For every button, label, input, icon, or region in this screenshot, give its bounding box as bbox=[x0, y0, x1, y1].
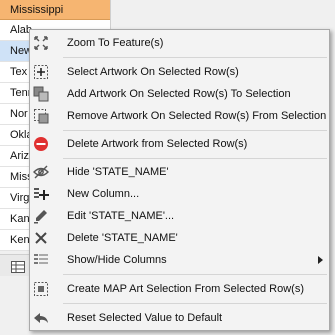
menu-item-add-artwork[interactable]: Add Artwork On Selected Row(s) To Select… bbox=[30, 83, 329, 105]
menu-item-label: Reset Selected Value to Default bbox=[67, 312, 223, 324]
select-artwork-icon bbox=[33, 64, 49, 80]
zoom-to-feature-icon bbox=[33, 35, 49, 51]
remove-artwork-icon bbox=[33, 108, 49, 124]
show-hide-columns-icon bbox=[33, 252, 49, 268]
menu-item-create-map-selection[interactable]: Create MAP Art Selection From Selected R… bbox=[30, 278, 329, 300]
menu-separator bbox=[63, 158, 327, 159]
menu-item-select-artwork[interactable]: Select Artwork On Selected Row(s) bbox=[30, 61, 329, 83]
menu-item-label: Delete Artwork from Selected Row(s) bbox=[67, 138, 248, 150]
menu-item-label: Zoom To Feature(s) bbox=[67, 37, 164, 49]
menu-item-label: Delete 'STATE_NAME' bbox=[67, 232, 178, 244]
submenu-arrow-icon bbox=[318, 256, 323, 264]
menu-item-label: Show/Hide Columns bbox=[67, 254, 167, 266]
delete-x-icon bbox=[33, 230, 49, 246]
hide-eye-icon bbox=[33, 164, 49, 180]
map-selection-icon bbox=[33, 281, 49, 297]
menu-item-zoom-to-feature[interactable]: Zoom To Feature(s) bbox=[30, 32, 329, 54]
menu-separator bbox=[63, 57, 327, 58]
menu-item-label: Select Artwork On Selected Row(s) bbox=[67, 66, 239, 78]
menu-item-edit-column[interactable]: Edit 'STATE_NAME'... bbox=[30, 205, 329, 227]
menu-separator bbox=[63, 130, 327, 131]
menu-item-label: Hide 'STATE_NAME' bbox=[67, 166, 169, 178]
menu-item-label: Edit 'STATE_NAME'... bbox=[67, 210, 175, 222]
menu-item-delete-artwork[interactable]: Delete Artwork from Selected Row(s) bbox=[30, 133, 329, 155]
delete-artwork-icon bbox=[33, 136, 49, 152]
menu-item-new-column[interactable]: New Column... bbox=[30, 183, 329, 205]
menu-item-delete-column[interactable]: Delete 'STATE_NAME' bbox=[30, 227, 329, 249]
new-column-icon bbox=[33, 186, 49, 202]
menu-item-show-hide-columns[interactable]: Show/Hide Columns bbox=[30, 249, 329, 271]
menu-separator bbox=[63, 274, 327, 275]
context-menu: Zoom To Feature(s) Select Artwork On Sel… bbox=[29, 29, 330, 331]
menu-item-label: Remove Artwork On Selected Row(s) From S… bbox=[67, 110, 327, 122]
menu-separator bbox=[63, 303, 327, 304]
menu-item-remove-artwork[interactable]: Remove Artwork On Selected Row(s) From S… bbox=[30, 105, 329, 127]
menu-item-label: New Column... bbox=[67, 188, 140, 200]
reset-arrow-icon bbox=[33, 310, 49, 326]
menu-item-hide-column[interactable]: Hide 'STATE_NAME' bbox=[30, 161, 329, 183]
add-artwork-icon bbox=[33, 86, 49, 102]
grid-icon[interactable] bbox=[11, 261, 25, 273]
menu-item-label: Add Artwork On Selected Row(s) To Select… bbox=[67, 88, 291, 100]
edit-pencil-icon bbox=[33, 208, 49, 224]
menu-item-reset-value[interactable]: Reset Selected Value to Default bbox=[30, 307, 329, 329]
menu-item-label: Create MAP Art Selection From Selected R… bbox=[67, 283, 304, 295]
table-header-cell[interactable]: Mississippi bbox=[0, 0, 110, 20]
